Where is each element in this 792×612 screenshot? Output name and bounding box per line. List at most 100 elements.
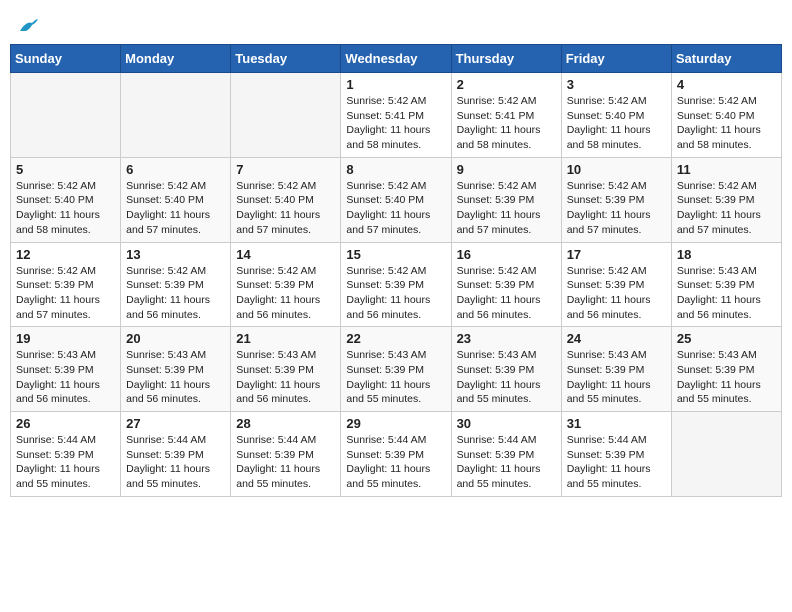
day-number: 23 xyxy=(457,331,556,346)
calendar-day-cell: 18 Sunrise: 5:43 AM Sunset: 5:39 PM Dayli… xyxy=(671,242,781,327)
day-info: Sunrise: 5:43 AM Sunset: 5:39 PM Dayligh… xyxy=(346,348,445,407)
calendar-week-row: 19Sunrise: 5:43 AM Sunset: 5:39 PM Dayli… xyxy=(11,327,782,412)
day-number: 11 xyxy=(677,162,776,177)
calendar-day-cell: 23 Sunrise: 5:43 AM Sunset: 5:39 PM Dayli… xyxy=(451,327,561,412)
calendar-week-row: 26 Sunrise: 5:44 AM Sunset: 5:39 PM Dayli… xyxy=(11,412,782,497)
logo-bird-icon xyxy=(18,17,40,35)
logo-text xyxy=(18,14,40,36)
day-number: 13 xyxy=(126,247,225,262)
calendar-week-row: 5 Sunrise: 5:42 AM Sunset: 5:40 PM Daylig… xyxy=(11,157,782,242)
day-number: 22 xyxy=(346,331,445,346)
day-info: Sunrise: 5:44 AM Sunset: 5:39 PM Dayligh… xyxy=(346,433,445,492)
page-header xyxy=(10,10,782,36)
weekday-header-monday: Monday xyxy=(121,45,231,73)
day-number: 14 xyxy=(236,247,335,262)
calendar-day-cell: 3Sunrise: 5:42 AM Sunset: 5:40 PM Daylig… xyxy=(561,73,671,158)
day-number: 16 xyxy=(457,247,556,262)
calendar-day-cell: 25 Sunrise: 5:43 AM Sunset: 5:39 PM Dayli… xyxy=(671,327,781,412)
day-number: 27 xyxy=(126,416,225,431)
calendar-day-cell: 14 Sunrise: 5:42 AM Sunset: 5:39 PM Dayli… xyxy=(231,242,341,327)
day-number: 12 xyxy=(16,247,115,262)
day-info: Sunrise: 5:42 AM Sunset: 5:39 PM Dayligh… xyxy=(457,264,556,323)
day-info: Sunrise: 5:43 AM Sunset: 5:39 PM Dayligh… xyxy=(457,348,556,407)
day-number: 10 xyxy=(567,162,666,177)
day-info: Sunrise: 5:42 AM Sunset: 5:39 PM Dayligh… xyxy=(677,179,776,238)
day-number: 28 xyxy=(236,416,335,431)
calendar-day-cell: 1Sunrise: 5:42 AM Sunset: 5:41 PM Daylig… xyxy=(341,73,451,158)
day-info: Sunrise: 5:44 AM Sunset: 5:39 PM Dayligh… xyxy=(126,433,225,492)
day-number: 21 xyxy=(236,331,335,346)
day-info: Sunrise: 5:43 AM Sunset: 5:39 PM Dayligh… xyxy=(567,348,666,407)
day-number: 31 xyxy=(567,416,666,431)
calendar-day-cell: 12 Sunrise: 5:42 AM Sunset: 5:39 PM Dayli… xyxy=(11,242,121,327)
day-number: 5 xyxy=(16,162,115,177)
day-number: 1 xyxy=(346,77,445,92)
day-number: 15 xyxy=(346,247,445,262)
day-info: Sunrise: 5:42 AM Sunset: 5:39 PM Dayligh… xyxy=(457,179,556,238)
weekday-header-thursday: Thursday xyxy=(451,45,561,73)
day-info: Sunrise: 5:44 AM Sunset: 5:39 PM Dayligh… xyxy=(457,433,556,492)
day-info: Sunrise: 5:42 AM Sunset: 5:41 PM Dayligh… xyxy=(457,94,556,153)
calendar-day-cell: 9 Sunrise: 5:42 AM Sunset: 5:39 PM Daylig… xyxy=(451,157,561,242)
day-info: Sunrise: 5:42 AM Sunset: 5:39 PM Dayligh… xyxy=(236,264,335,323)
day-info: Sunrise: 5:44 AM Sunset: 5:39 PM Dayligh… xyxy=(236,433,335,492)
calendar-day-cell: 22 Sunrise: 5:43 AM Sunset: 5:39 PM Dayli… xyxy=(341,327,451,412)
calendar-day-cell: 21 Sunrise: 5:43 AM Sunset: 5:39 PM Dayli… xyxy=(231,327,341,412)
calendar-day-cell: 20Sunrise: 5:43 AM Sunset: 5:39 PM Dayli… xyxy=(121,327,231,412)
day-number: 30 xyxy=(457,416,556,431)
calendar-day-cell: 19Sunrise: 5:43 AM Sunset: 5:39 PM Dayli… xyxy=(11,327,121,412)
calendar-day-cell: 26 Sunrise: 5:44 AM Sunset: 5:39 PM Dayli… xyxy=(11,412,121,497)
day-number: 26 xyxy=(16,416,115,431)
weekday-header-wednesday: Wednesday xyxy=(341,45,451,73)
calendar-week-row: 12 Sunrise: 5:42 AM Sunset: 5:39 PM Dayli… xyxy=(11,242,782,327)
calendar-day-cell: 15 Sunrise: 5:42 AM Sunset: 5:39 PM Dayli… xyxy=(341,242,451,327)
day-info: Sunrise: 5:42 AM Sunset: 5:39 PM Dayligh… xyxy=(567,264,666,323)
calendar-day-cell: 4Sunrise: 5:42 AM Sunset: 5:40 PM Daylig… xyxy=(671,73,781,158)
calendar-day-cell: 16 Sunrise: 5:42 AM Sunset: 5:39 PM Dayli… xyxy=(451,242,561,327)
calendar-day-cell: 11 Sunrise: 5:42 AM Sunset: 5:39 PM Dayli… xyxy=(671,157,781,242)
day-info: Sunrise: 5:42 AM Sunset: 5:39 PM Dayligh… xyxy=(126,264,225,323)
calendar-day-cell xyxy=(121,73,231,158)
weekday-header-sunday: Sunday xyxy=(11,45,121,73)
calendar-day-cell: 24 Sunrise: 5:43 AM Sunset: 5:39 PM Dayli… xyxy=(561,327,671,412)
weekday-header-saturday: Saturday xyxy=(671,45,781,73)
weekday-header-tuesday: Tuesday xyxy=(231,45,341,73)
day-number: 25 xyxy=(677,331,776,346)
day-info: Sunrise: 5:43 AM Sunset: 5:39 PM Dayligh… xyxy=(16,348,115,407)
day-info: Sunrise: 5:42 AM Sunset: 5:40 PM Dayligh… xyxy=(126,179,225,238)
day-info: Sunrise: 5:43 AM Sunset: 5:39 PM Dayligh… xyxy=(677,348,776,407)
day-info: Sunrise: 5:42 AM Sunset: 5:40 PM Dayligh… xyxy=(16,179,115,238)
day-info: Sunrise: 5:44 AM Sunset: 5:39 PM Dayligh… xyxy=(16,433,115,492)
weekday-header-row: SundayMondayTuesdayWednesdayThursdayFrid… xyxy=(11,45,782,73)
day-number: 2 xyxy=(457,77,556,92)
calendar-day-cell: 5 Sunrise: 5:42 AM Sunset: 5:40 PM Daylig… xyxy=(11,157,121,242)
day-number: 17 xyxy=(567,247,666,262)
calendar-day-cell: 28 Sunrise: 5:44 AM Sunset: 5:39 PM Dayli… xyxy=(231,412,341,497)
day-info: Sunrise: 5:42 AM Sunset: 5:40 PM Dayligh… xyxy=(346,179,445,238)
day-number: 3 xyxy=(567,77,666,92)
day-number: 8 xyxy=(346,162,445,177)
calendar-day-cell: 29 Sunrise: 5:44 AM Sunset: 5:39 PM Dayli… xyxy=(341,412,451,497)
calendar-day-cell: 2 Sunrise: 5:42 AM Sunset: 5:41 PM Daylig… xyxy=(451,73,561,158)
calendar-day-cell: 13 Sunrise: 5:42 AM Sunset: 5:39 PM Dayli… xyxy=(121,242,231,327)
calendar-day-cell: 7Sunrise: 5:42 AM Sunset: 5:40 PM Daylig… xyxy=(231,157,341,242)
day-info: Sunrise: 5:43 AM Sunset: 5:39 PM Dayligh… xyxy=(236,348,335,407)
day-info: Sunrise: 5:43 AM Sunset: 5:39 PM Dayligh… xyxy=(677,264,776,323)
day-number: 24 xyxy=(567,331,666,346)
day-number: 6 xyxy=(126,162,225,177)
calendar-day-cell: 6 Sunrise: 5:42 AM Sunset: 5:40 PM Daylig… xyxy=(121,157,231,242)
day-number: 29 xyxy=(346,416,445,431)
day-info: Sunrise: 5:42 AM Sunset: 5:39 PM Dayligh… xyxy=(16,264,115,323)
calendar-week-row: 1 Sunrise: 5:42 AM Sunset: 5:41 PM Daylig… xyxy=(11,73,782,158)
calendar-day-cell: 27 Sunrise: 5:44 AM Sunset: 5:39 PM Dayli… xyxy=(121,412,231,497)
day-number: 4 xyxy=(677,77,776,92)
logo xyxy=(18,14,40,32)
day-info: Sunrise: 5:42 AM Sunset: 5:39 PM Dayligh… xyxy=(346,264,445,323)
calendar-day-cell: 17 Sunrise: 5:42 AM Sunset: 5:39 PM Dayli… xyxy=(561,242,671,327)
day-number: 9 xyxy=(457,162,556,177)
calendar-table: SundayMondayTuesdayWednesdayThursdayFrid… xyxy=(10,44,782,497)
day-info: Sunrise: 5:42 AM Sunset: 5:39 PM Dayligh… xyxy=(567,179,666,238)
calendar-day-cell: 30 Sunrise: 5:44 AM Sunset: 5:39 PM Dayli… xyxy=(451,412,561,497)
day-number: 18 xyxy=(677,247,776,262)
calendar-day-cell xyxy=(231,73,341,158)
